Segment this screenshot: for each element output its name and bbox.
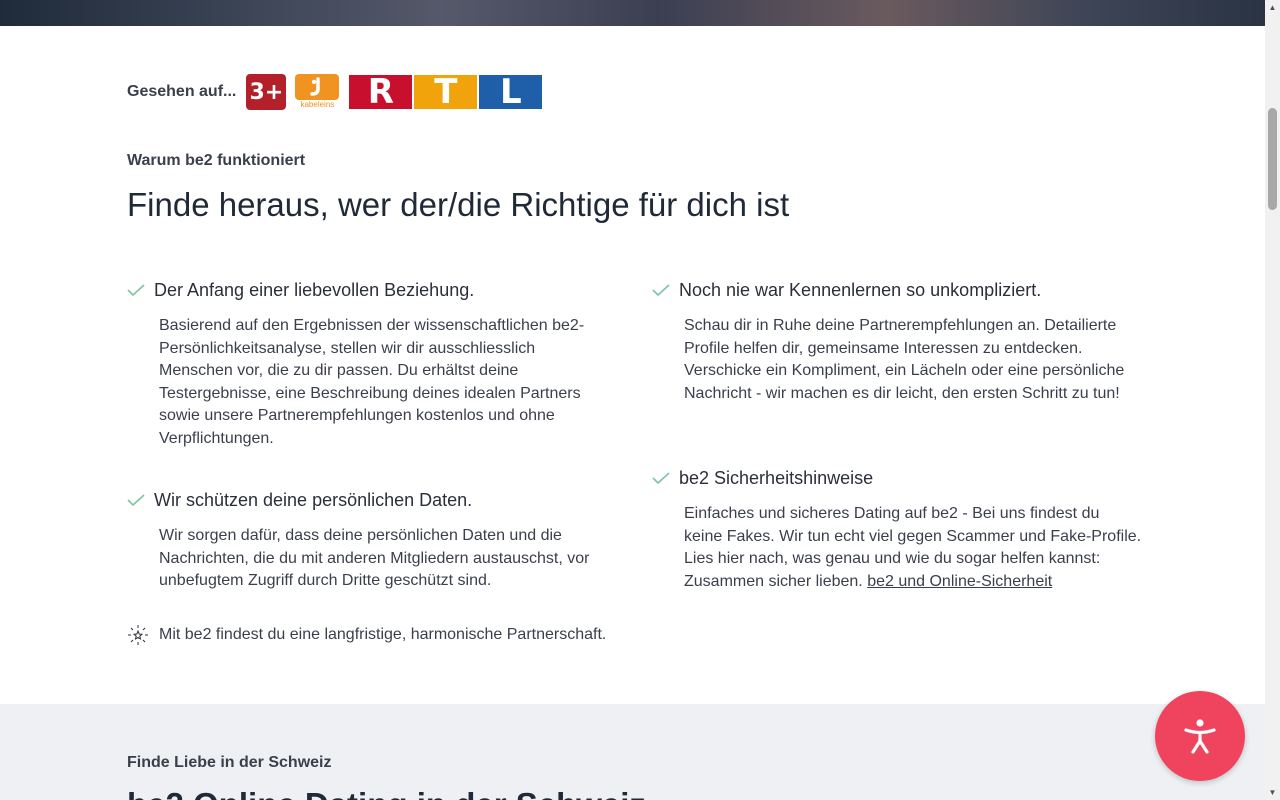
kabeleins-text: kabeleins xyxy=(300,100,335,109)
rtl-r: R xyxy=(348,72,414,112)
next-section-eyebrow: Finde Liebe in der Schweiz xyxy=(127,754,332,771)
scrollbar-thumb[interactable] xyxy=(1268,108,1277,210)
highlight-note: Mit be2 findest du eine langfristige, ha… xyxy=(127,624,606,646)
check-icon xyxy=(127,283,145,297)
check-icon xyxy=(127,493,145,507)
accessibility-button[interactable] xyxy=(1155,691,1245,781)
feature-description: Basierend auf den Ergebnissen der wissen… xyxy=(159,317,585,447)
accessibility-icon xyxy=(1184,719,1216,754)
seen-on-bar: Gesehen auf... 3+ kabeleins R T L xyxy=(127,72,544,112)
feature-relationship: Der Anfang einer liebevollen Beziehung. … xyxy=(127,278,607,450)
highlight-text: Mit be2 findest du eine langfristige, ha… xyxy=(159,626,607,643)
check-icon xyxy=(652,283,670,297)
scroll-down-arrow-icon[interactable]: ▼ xyxy=(1265,785,1280,800)
feature-description: Schau dir in Ruhe deine Partnerempfehlun… xyxy=(684,317,1125,402)
rtl-l: L xyxy=(478,72,544,112)
feature-title: Noch nie war Kennenlernen so unkomplizie… xyxy=(679,279,1042,300)
feature-description: Wir sorgen dafür, dass deine persönliche… xyxy=(159,527,590,589)
feature-title: Der Anfang einer liebevollen Beziehung. xyxy=(154,279,475,300)
logo-kabeleins: kabeleins xyxy=(294,74,340,110)
seen-on-label: Gesehen auf... xyxy=(127,83,237,100)
section-title: Finde heraus, wer der/die Richtige für d… xyxy=(127,186,790,223)
sun-icon xyxy=(127,624,149,646)
logo-3plus: 3+ xyxy=(246,74,287,110)
check-icon xyxy=(652,471,670,485)
feature-safety: be2 Sicherheitshinweise Einfaches und si… xyxy=(652,466,1142,593)
logo-rtl: R T L xyxy=(348,72,544,112)
next-section-title: be2 Online Dating in der Schweiz xyxy=(127,786,646,800)
feature-easy-meeting: Noch nie war Kennenlernen so unkomplizie… xyxy=(652,278,1142,405)
section-eyebrow: Warum be2 funktioniert xyxy=(127,152,306,169)
hero-image-bottom xyxy=(0,0,1265,26)
feature-data-protection: Wir schützen deine persönlichen Daten. W… xyxy=(127,488,607,593)
feature-title: be2 Sicherheitshinweise xyxy=(679,467,874,488)
feature-title: Wir schützen deine persönlichen Daten. xyxy=(154,489,473,510)
kabeleins-mark xyxy=(295,74,340,100)
feature-description: Einfaches und sicheres Dating auf be2 - … xyxy=(684,503,1142,593)
page-scrollbar[interactable]: ▲ ▼ xyxy=(1265,0,1280,800)
logo-3plus-text: 3+ xyxy=(249,79,284,105)
rtl-t: T xyxy=(413,72,479,112)
scroll-up-arrow-icon[interactable]: ▲ xyxy=(1265,0,1280,15)
online-safety-link[interactable]: be2 und Online-Sicherheit xyxy=(867,573,1052,590)
